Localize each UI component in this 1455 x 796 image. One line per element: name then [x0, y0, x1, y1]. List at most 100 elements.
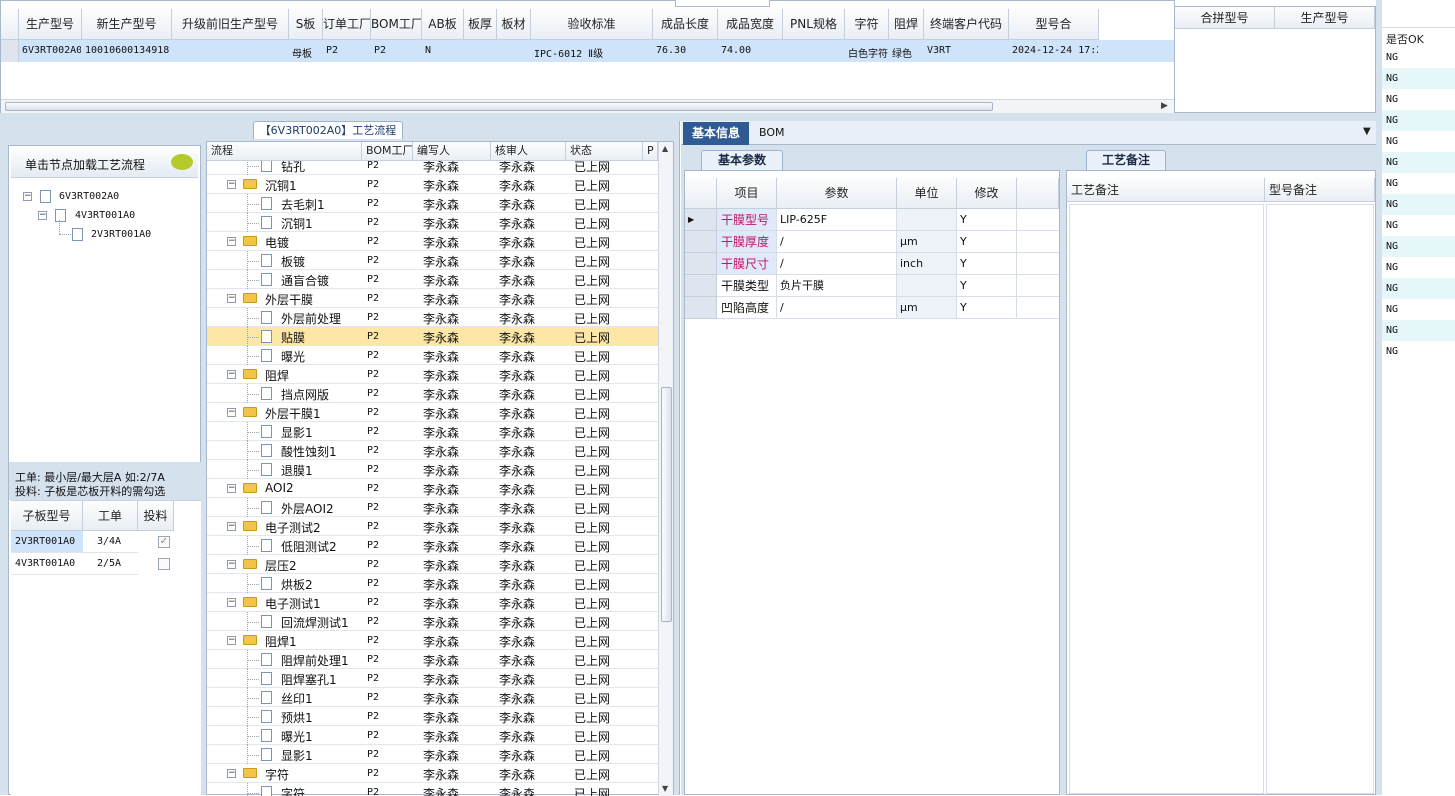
- flow-row[interactable]: 回流焊测试1 P2 李永森 李永森 已上网: [207, 612, 658, 631]
- params-header-cell[interactable]: 参数: [777, 178, 897, 209]
- sub-row-feed-checkbox[interactable]: [158, 558, 170, 570]
- top-header-cell[interactable]: 成品长度: [653, 9, 718, 40]
- flow-expand-icon[interactable]: −: [227, 294, 236, 303]
- flow-row[interactable]: 烘板2 P2 李永森 李永森 已上网: [207, 574, 658, 593]
- flow-row[interactable]: − 阻焊1 P2 李永森 李永森 已上网: [207, 631, 658, 650]
- params-value[interactable]: LIP-625F: [777, 209, 897, 231]
- top-header-cell[interactable]: 板厚: [464, 9, 497, 40]
- params-value[interactable]: /: [777, 297, 897, 319]
- top-row-cell[interactable]: 6V3RT002A0: [22, 45, 81, 56]
- flow-expand-icon[interactable]: −: [227, 484, 236, 493]
- flow-row[interactable]: 阻焊前处理1 P2 李永森 李永森 已上网: [207, 650, 658, 669]
- process-panel-title[interactable]: 【6V3RT002A0】工艺流程: [253, 121, 403, 139]
- flow-expand-icon[interactable]: −: [227, 769, 236, 778]
- params-row[interactable]: 干膜尺寸 / inch Y: [685, 253, 1059, 275]
- hscroll-right-arrow-icon[interactable]: ▶: [1161, 101, 1168, 111]
- top-header-cell[interactable]: S板: [289, 9, 323, 40]
- flow-row[interactable]: 去毛刺1 P2 李永森 李永森 已上网: [207, 194, 658, 213]
- top-header-cell[interactable]: BOM工厂: [371, 9, 422, 40]
- sub-row-model[interactable]: 2V3RT001A0: [11, 531, 83, 553]
- sub-header-feed[interactable]: 投料: [138, 501, 174, 531]
- tabs-dropdown-icon[interactable]: ▼: [1363, 126, 1371, 137]
- params-value[interactable]: /: [777, 231, 897, 253]
- flow-vscrollbar[interactable]: ▲ ▼: [658, 142, 673, 796]
- tree-node-child[interactable]: 4V3RT001A0: [75, 210, 135, 221]
- flow-row[interactable]: − 字符 P2 李永森 李永森 已上网: [207, 764, 658, 783]
- top-header-cell[interactable]: 验收标准: [531, 9, 653, 40]
- top-row-cell[interactable]: 76.30: [656, 45, 717, 56]
- flow-header-cell[interactable]: P: [643, 142, 658, 161]
- tree-node-grandchild[interactable]: 2V3RT001A0: [91, 229, 151, 240]
- top-row-cell[interactable]: P2: [326, 45, 370, 56]
- params-row[interactable]: 干膜类型 负片干膜 Y: [685, 275, 1059, 297]
- params-header-cell[interactable]: 单位: [897, 178, 957, 209]
- flow-header-cell[interactable]: 状态: [566, 142, 643, 161]
- flow-header-cell[interactable]: 流程: [207, 142, 362, 161]
- params-header-cell[interactable]: 修改: [957, 178, 1017, 209]
- top-header-cell[interactable]: 新生产型号: [82, 9, 172, 40]
- vscroll-thumb[interactable]: [661, 387, 672, 622]
- top-header-cell[interactable]: 生产型号: [19, 9, 82, 40]
- flow-row[interactable]: 外层AOI2 P2 李永森 李永森 已上网: [207, 498, 658, 517]
- flow-row[interactable]: 显影1 P2 李永森 李永森 已上网: [207, 745, 658, 764]
- sub-header-model[interactable]: 子板型号: [11, 501, 83, 531]
- remarks-process-textarea[interactable]: [1069, 204, 1264, 794]
- params-header-cell[interactable]: 项目: [717, 178, 777, 209]
- flow-row[interactable]: 酸性蚀刻1 P2 李永森 李永森 已上网: [207, 441, 658, 460]
- flow-header-cell[interactable]: 核审人: [491, 142, 566, 161]
- flow-row[interactable]: 字符 P2 李永森 李永森 已上网: [207, 783, 658, 796]
- merge-header-production[interactable]: 生产型号: [1275, 7, 1375, 29]
- top-grid-hscrollbar[interactable]: ▶: [1, 99, 1176, 113]
- horizontal-splitter[interactable]: [0, 113, 1380, 121]
- flow-expand-icon[interactable]: −: [227, 408, 236, 417]
- flow-row[interactable]: − 外层干膜 P2 李永森 李永森 已上网: [207, 289, 658, 308]
- top-row-cell[interactable]: V3RT: [927, 45, 1008, 56]
- params-row[interactable]: ▶ 干膜型号 LIP-625F Y: [685, 209, 1059, 231]
- tree-expand-root-icon[interactable]: −: [23, 192, 32, 201]
- params-value[interactable]: 负片干膜: [777, 275, 897, 297]
- top-header-cell[interactable]: 板材: [497, 9, 531, 40]
- flow-header-cell[interactable]: 编写人: [413, 142, 491, 161]
- vscroll-down-arrow-icon[interactable]: ▼: [662, 784, 668, 793]
- flow-expand-icon[interactable]: −: [227, 636, 236, 645]
- flow-row[interactable]: 低阻测试2 P2 李永森 李永森 已上网: [207, 536, 658, 555]
- sub-row-feed-checkbox[interactable]: ✓: [158, 536, 170, 548]
- top-header-cell[interactable]: 成品宽度: [718, 9, 783, 40]
- top-grid-row[interactable]: 6V3RT002A0 10010600134918 母板 P2 P2 N IPC-6012 …: [1, 40, 1176, 62]
- params-row[interactable]: 干膜厚度 / μm Y: [685, 231, 1059, 253]
- top-row-cell[interactable]: 母板: [292, 45, 322, 60]
- flow-row[interactable]: − 外层干膜1 P2 李永森 李永森 已上网: [207, 403, 658, 422]
- flow-expand-icon[interactable]: −: [227, 598, 236, 607]
- top-header-cell[interactable]: PNL规格: [783, 9, 845, 40]
- params-tab[interactable]: 基本参数: [701, 150, 783, 170]
- flow-expand-icon[interactable]: −: [227, 370, 236, 379]
- flow-expand-icon[interactable]: −: [227, 237, 236, 246]
- flow-row[interactable]: − 阻焊 P2 李永森 李永森 已上网: [207, 365, 658, 384]
- flow-row[interactable]: 显影1 P2 李永森 李永森 已上网: [207, 422, 658, 441]
- top-header-cell[interactable]: AB板: [422, 9, 464, 40]
- flow-row[interactable]: 挡点网版 P2 李永森 李永森 已上网: [207, 384, 658, 403]
- flow-row[interactable]: 钻孔 P2 李永森 李永森 已上网: [207, 161, 658, 175]
- sub-row-model[interactable]: 4V3RT001A0: [11, 553, 83, 575]
- flow-row[interactable]: − 电子测试2 P2 李永森 李永森 已上网: [207, 517, 658, 536]
- flow-row[interactable]: 沉铜1 P2 李永森 李永森 已上网: [207, 213, 658, 232]
- top-header-cell[interactable]: 订单工厂: [323, 9, 371, 40]
- flow-row[interactable]: 外层前处理 P2 李永森 李永森 已上网: [207, 308, 658, 327]
- flow-expand-icon[interactable]: −: [227, 180, 236, 189]
- params-row[interactable]: 凹陷高度 / μm Y: [685, 297, 1059, 319]
- top-row-cell[interactable]: 74.00: [721, 45, 782, 56]
- vscroll-up-arrow-icon[interactable]: ▲: [662, 144, 668, 153]
- flow-row[interactable]: 板镀 P2 李永森 李永森 已上网: [207, 251, 658, 270]
- flow-row[interactable]: − 沉铜1 P2 李永森 李永森 已上网: [207, 175, 658, 194]
- remarks-col-model[interactable]: 型号备注: [1265, 178, 1375, 202]
- flow-row[interactable]: − 电镀 P2 李永森 李永森 已上网: [207, 232, 658, 251]
- top-row-cell[interactable]: P2: [374, 45, 421, 56]
- merge-header-combined[interactable]: 合拼型号: [1175, 7, 1275, 29]
- flow-expand-icon[interactable]: −: [227, 560, 236, 569]
- remarks-col-process[interactable]: 工艺备注: [1067, 178, 1265, 202]
- flow-expand-icon[interactable]: −: [227, 522, 236, 531]
- flow-row[interactable]: 阻焊塞孔1 P2 李永森 李永森 已上网: [207, 669, 658, 688]
- sub-row-order[interactable]: 2/5A: [83, 553, 138, 575]
- flow-row[interactable]: 贴膜 P2 李永森 李永森 已上网: [207, 327, 658, 346]
- hscroll-thumb[interactable]: [5, 102, 993, 111]
